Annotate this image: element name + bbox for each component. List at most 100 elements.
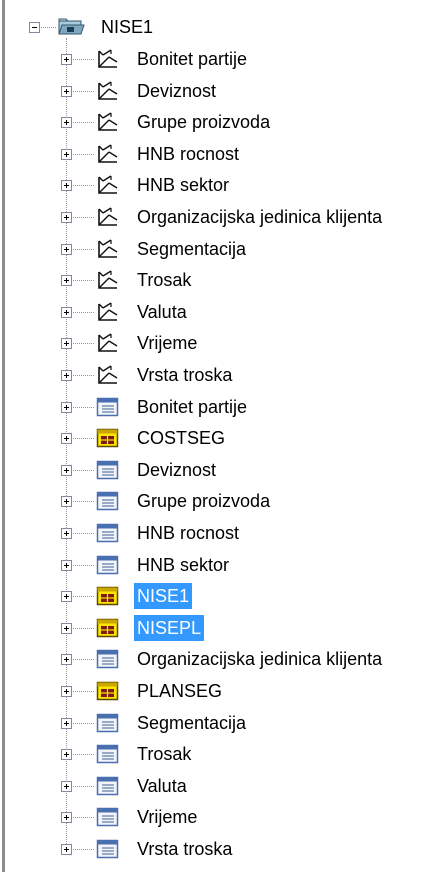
tree-item-trosak[interactable]: Trosak	[0, 265, 428, 295]
tree-item-label[interactable]: Deviznost	[134, 457, 219, 483]
tree-item-deviznost[interactable]: Deviznost	[0, 455, 428, 485]
tree-item-label[interactable]: HNB rocnost	[134, 520, 242, 546]
tree-item-label[interactable]: Valuta	[134, 773, 190, 799]
expand-icon[interactable]	[61, 180, 72, 192]
expand-icon[interactable]	[61, 749, 72, 761]
tree-item-label[interactable]: Organizacijska jedinica klijenta	[134, 646, 385, 672]
tree-item-vrijeme[interactable]: Vrijeme	[0, 802, 428, 832]
tree-item-hnb-sektor[interactable]: HNB sektor	[0, 170, 428, 200]
tree-connector	[73, 596, 94, 598]
tree-item-nise1[interactable]: NISE1	[0, 581, 428, 611]
expand-icon[interactable]	[61, 243, 72, 255]
expand-icon[interactable]	[61, 338, 72, 350]
tree-item-label[interactable]: Vrsta troska	[134, 362, 235, 388]
tree-connector	[73, 122, 94, 124]
tree-item-hnb-rocnost[interactable]: HNB rocnost	[0, 139, 428, 169]
tree-root-node[interactable]: NISE1	[8, 8, 208, 38]
tree-item-vrsta-troska[interactable]: Vrsta troska	[0, 360, 428, 390]
expand-icon[interactable]	[61, 117, 72, 129]
tree-item-organizacijska-jedinica-klijenta[interactable]: Organizacijska jedinica klijenta	[0, 644, 428, 674]
tree-item-label[interactable]: Trosak	[134, 267, 194, 293]
tree-item-label[interactable]: Deviznost	[134, 78, 219, 104]
expand-icon[interactable]	[61, 212, 72, 223]
expand-icon[interactable]	[61, 401, 72, 413]
dimension-icon	[96, 301, 120, 323]
expand-icon[interactable]	[61, 559, 72, 571]
expand-icon[interactable]	[61, 717, 72, 729]
tree-item-label[interactable]: Organizacijska jedinica klijenta	[134, 204, 385, 230]
tree-item-nisepl[interactable]: NISEPL	[0, 613, 428, 643]
tree-item-grupe-proizvoda[interactable]: Grupe proizvoda	[0, 107, 428, 137]
tree-connector	[73, 659, 94, 661]
dimension-icon	[96, 143, 120, 165]
expand-icon[interactable]	[61, 433, 72, 445]
expand-icon[interactable]	[61, 85, 72, 97]
tree-item-planseg[interactable]: PLANSEG	[0, 676, 428, 706]
expand-icon[interactable]	[61, 654, 72, 666]
tree-item-hnb-sektor[interactable]: HNB sektor	[0, 550, 428, 580]
expand-icon[interactable]	[61, 275, 72, 287]
tree-item-label[interactable]: HNB sektor	[134, 172, 232, 198]
tree-item-hnb-rocnost[interactable]: HNB rocnost	[0, 518, 428, 548]
tree-item-bonitet-partije[interactable]: Bonitet partije	[0, 392, 428, 422]
table-icon	[96, 775, 120, 797]
tree-item-label[interactable]: Segmentacija	[134, 236, 249, 262]
collapse-icon[interactable]	[29, 22, 40, 33]
tree-item-label[interactable]: Segmentacija	[134, 710, 249, 736]
expand-icon[interactable]	[61, 812, 72, 824]
expand-icon[interactable]	[61, 306, 72, 318]
table-icon	[96, 838, 120, 860]
tree-connector	[73, 754, 94, 756]
tree-item-trosak[interactable]: Trosak	[0, 739, 428, 769]
table-icon	[96, 648, 120, 670]
expand-icon[interactable]	[61, 844, 72, 855]
tree-item-vrsta-troska[interactable]: Vrsta troska	[0, 834, 428, 864]
expand-icon[interactable]	[61, 54, 72, 65]
tree-item-bonitet-partije[interactable]: Bonitet partije	[0, 44, 428, 74]
table-icon	[96, 712, 120, 734]
tree-item-label[interactable]: PLANSEG	[134, 678, 225, 704]
expand-icon[interactable]	[61, 686, 72, 697]
tree-item-costseg[interactable]: COSTSEG	[0, 423, 428, 453]
dimension-icon	[96, 48, 120, 70]
tree-item-label[interactable]: Bonitet partije	[134, 46, 250, 72]
expand-icon[interactable]	[61, 528, 72, 539]
tree-item-grupe-proizvoda[interactable]: Grupe proizvoda	[0, 486, 428, 516]
tree-item-label[interactable]: Bonitet partije	[134, 394, 250, 420]
expand-icon[interactable]	[61, 148, 72, 160]
expand-icon[interactable]	[61, 496, 72, 508]
tree-connector	[73, 627, 94, 629]
tree-connector	[73, 248, 94, 250]
tree-connector	[73, 406, 94, 408]
tree-item-organizacijska-jedinica-klijenta[interactable]: Organizacijska jedinica klijenta	[0, 202, 428, 232]
tree-connector	[73, 469, 94, 471]
folder-cube-icon	[58, 16, 86, 36]
tree-item-label[interactable]: Vrsta troska	[134, 836, 235, 862]
table-icon	[96, 554, 120, 576]
tree-item-segmentacija[interactable]: Segmentacija	[0, 708, 428, 738]
expand-icon[interactable]	[61, 464, 72, 476]
tree-item-segmentacija[interactable]: Segmentacija	[0, 234, 428, 264]
tree-item-label[interactable]: Grupe proizvoda	[134, 109, 273, 135]
tree-item-valuta[interactable]: Valuta	[0, 297, 428, 327]
tree-item-valuta[interactable]: Valuta	[0, 771, 428, 801]
expand-icon[interactable]	[61, 622, 72, 634]
tree-item-label[interactable]: Vrijeme	[134, 804, 200, 830]
tree-connector	[73, 438, 94, 440]
tree-item-label[interactable]: Trosak	[134, 741, 194, 767]
tree-item-label[interactable]: NISE1	[134, 583, 193, 610]
expand-icon[interactable]	[61, 370, 72, 381]
root-label[interactable]: NISE1	[98, 15, 156, 39]
tree-item-deviznost[interactable]: Deviznost	[0, 76, 428, 106]
tree-item-label[interactable]: HNB sektor	[134, 552, 232, 578]
tree-item-label[interactable]: NISEPL	[134, 614, 205, 641]
tree-item-label[interactable]: COSTSEG	[134, 425, 228, 451]
tree-item-label[interactable]: Valuta	[134, 299, 190, 325]
tree-item-label[interactable]: Grupe proizvoda	[134, 488, 273, 514]
tree-connector	[73, 817, 94, 819]
tree-item-label[interactable]: HNB rocnost	[134, 141, 242, 167]
expand-icon[interactable]	[61, 591, 72, 603]
tree-item-vrijeme[interactable]: Vrijeme	[0, 328, 428, 358]
expand-icon[interactable]	[61, 780, 72, 792]
tree-item-label[interactable]: Vrijeme	[134, 330, 200, 356]
